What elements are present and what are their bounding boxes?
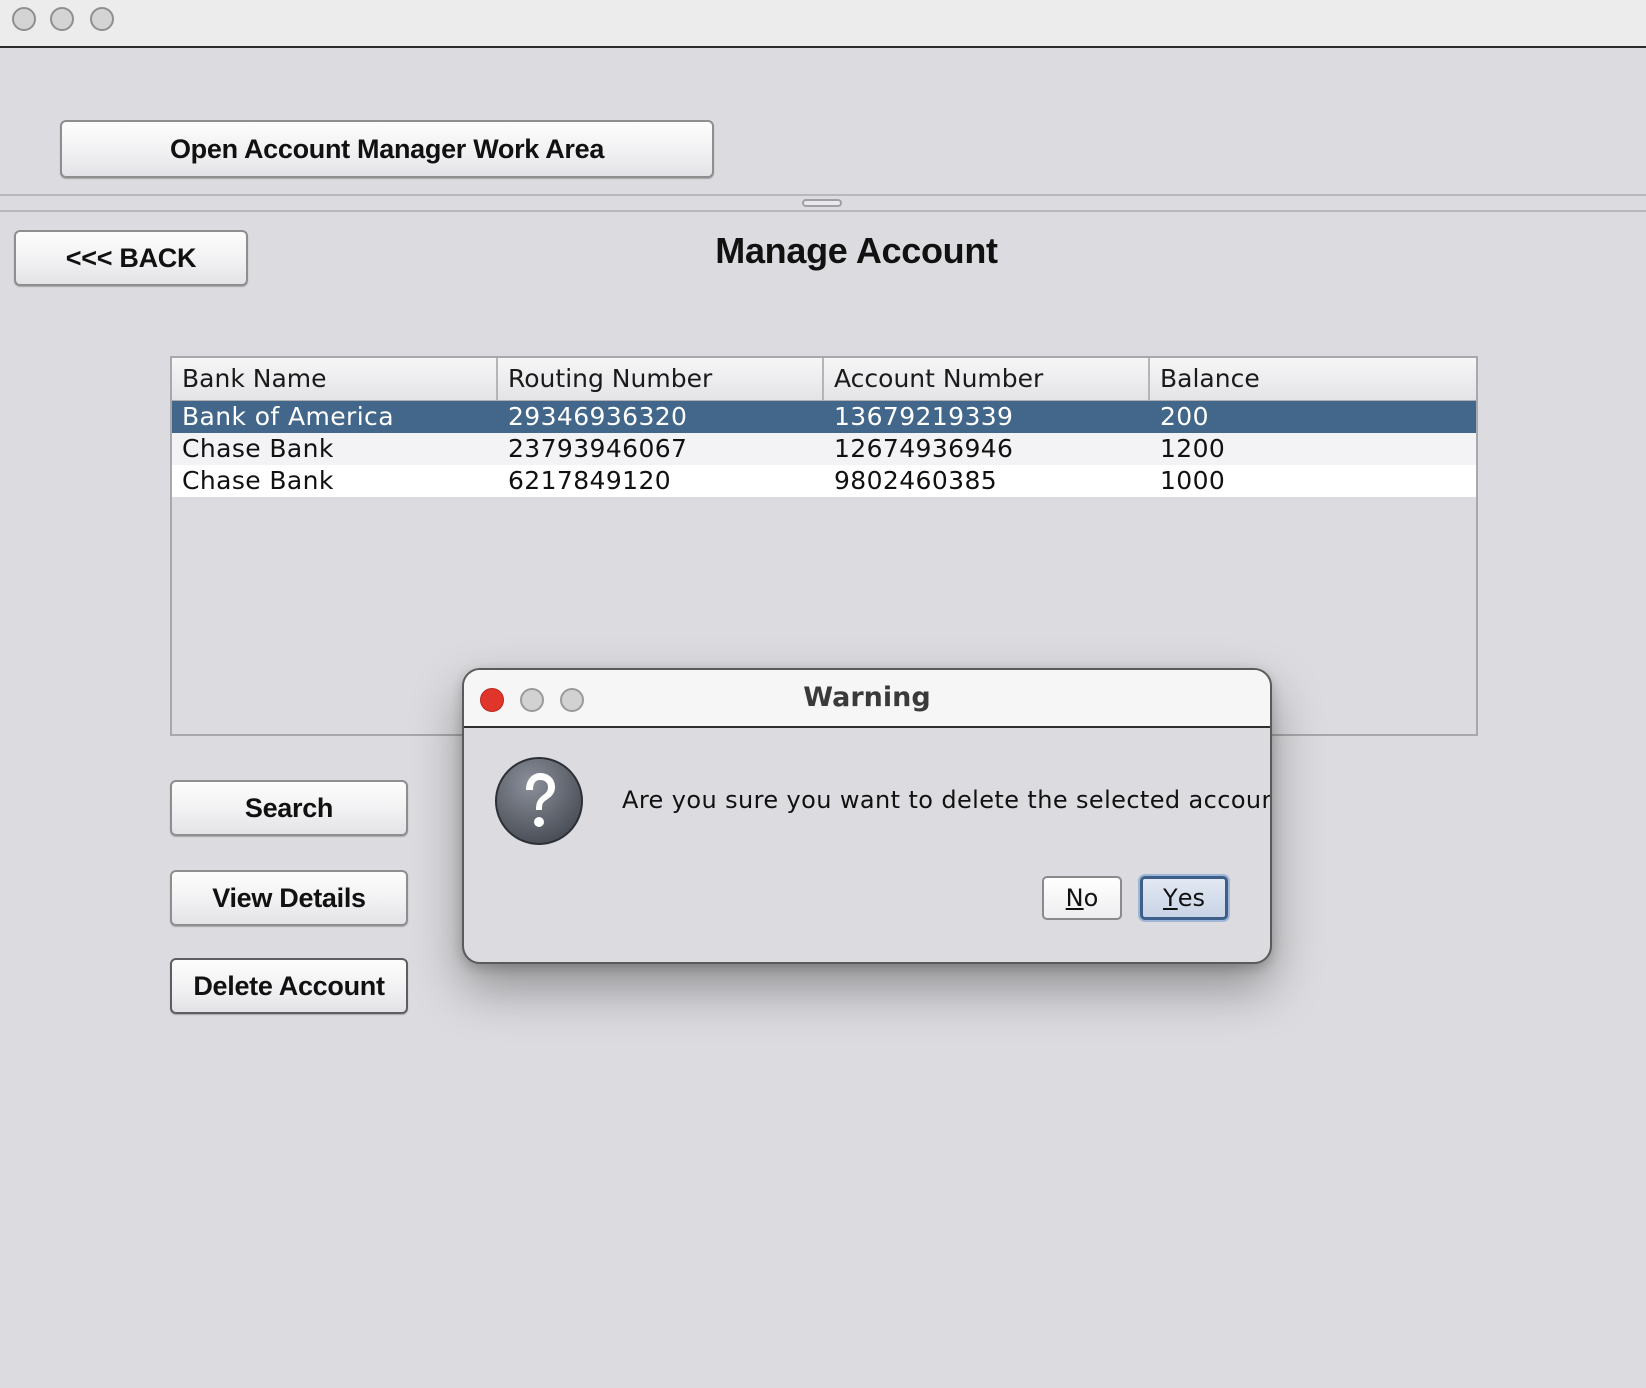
window-minimize-icon[interactable]	[50, 7, 74, 31]
column-header-routing-number[interactable]: Routing Number	[498, 358, 824, 400]
page-title: Manage Account	[715, 230, 998, 271]
window-titlebar	[0, 0, 1646, 48]
table-cell: 9802460385	[834, 466, 998, 495]
table-cell: 12674936946	[834, 434, 1014, 463]
yes-button[interactable]: Yes	[1140, 876, 1228, 920]
table-row[interactable]: Bank of America 29346936320 13679219339 …	[172, 401, 1476, 433]
window-zoom-icon[interactable]	[90, 7, 114, 31]
dialog-title: Warning	[803, 682, 931, 713]
table-cell: 13679219339	[834, 402, 1014, 431]
split-pane-divider[interactable]	[0, 194, 1646, 212]
open-account-manager-work-area-button[interactable]: Open Account Manager Work Area	[60, 120, 714, 178]
divider-grip-icon[interactable]	[802, 199, 842, 207]
column-header-bank-name[interactable]: Bank Name	[172, 358, 498, 400]
back-button[interactable]: <<< BACK	[14, 230, 248, 286]
table-header: Bank Name Routing Number Account Number …	[172, 358, 1476, 401]
search-button[interactable]: Search	[170, 780, 408, 836]
warning-dialog: Warning Are you sure you want to delete …	[462, 668, 1272, 964]
question-icon	[494, 756, 584, 846]
table-cell: 29346936320	[508, 402, 688, 431]
dialog-message: Are you sure you want to delete the sele…	[622, 786, 1272, 814]
no-button[interactable]: No	[1042, 876, 1122, 920]
window-close-icon[interactable]	[12, 7, 36, 31]
table-cell: 6217849120	[508, 466, 672, 495]
top-panel: Open Account Manager Work Area	[0, 48, 1646, 194]
no-button-label: o	[1083, 884, 1099, 912]
table-row[interactable]: Chase Bank 6217849120 9802460385 1000	[172, 465, 1476, 497]
dialog-titlebar: Warning	[464, 670, 1270, 728]
table-cell: 23793946067	[508, 434, 688, 463]
yes-button-mnemonic: Y	[1163, 884, 1178, 912]
table-cell: Chase Bank	[182, 434, 334, 463]
delete-account-button[interactable]: Delete Account	[170, 958, 408, 1014]
app-window: Open Account Manager Work Area <<< BACK …	[0, 0, 1646, 1388]
column-header-account-number[interactable]: Account Number	[824, 358, 1150, 400]
table-cell: Bank of America	[182, 402, 394, 431]
no-button-mnemonic: N	[1065, 884, 1084, 912]
view-details-button[interactable]: View Details	[170, 870, 408, 926]
table-row[interactable]: Chase Bank 23793946067 12674936946 1200	[172, 433, 1476, 465]
table-cell: 1000	[1160, 466, 1226, 495]
yes-button-label: es	[1177, 884, 1205, 912]
table-cell: Chase Bank	[182, 466, 334, 495]
table-cell: 200	[1160, 402, 1209, 431]
table-cell: 1200	[1160, 434, 1226, 463]
column-header-balance[interactable]: Balance	[1150, 358, 1476, 400]
